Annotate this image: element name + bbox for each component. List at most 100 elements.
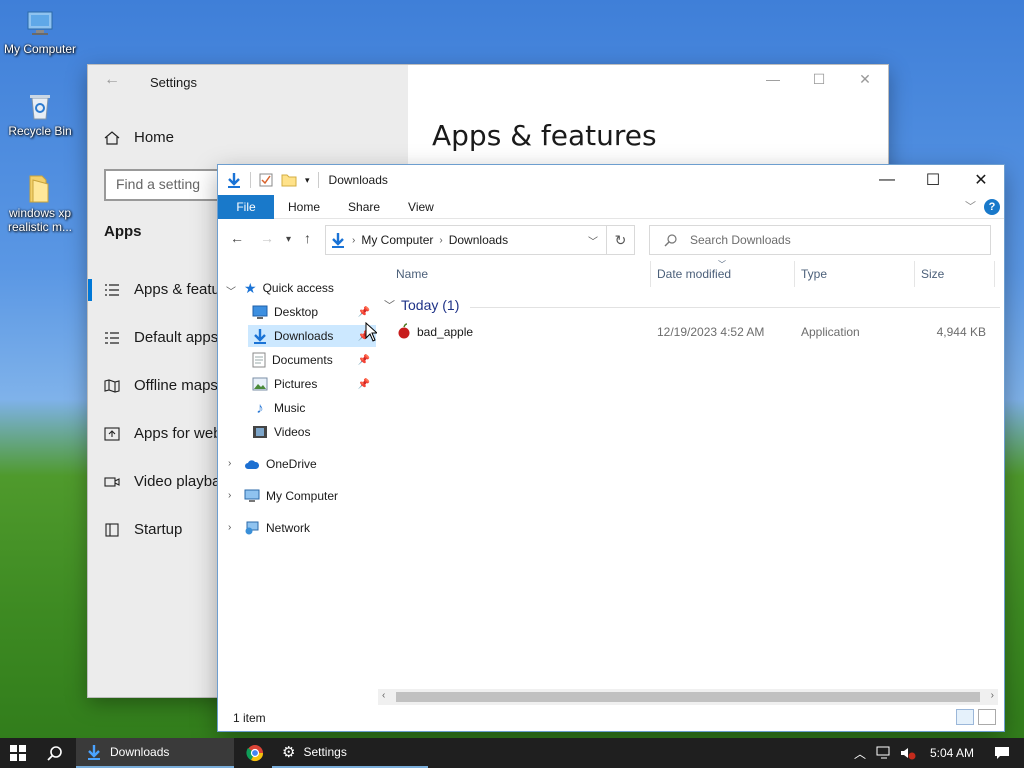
tab-share[interactable]: Share bbox=[334, 195, 394, 219]
downloads-arrow-icon bbox=[254, 329, 266, 344]
tree-item-videos[interactable]: Videos bbox=[248, 421, 310, 443]
tree-item-desktop[interactable]: Desktop 📌 bbox=[248, 301, 376, 323]
close-button[interactable]: ✕ bbox=[958, 165, 1004, 195]
settings-nav-default-apps[interactable]: Default apps bbox=[104, 329, 218, 346]
start-button[interactable] bbox=[0, 738, 36, 768]
tree-item-my-computer[interactable]: My Computer bbox=[244, 485, 338, 507]
column-name[interactable]: Name bbox=[396, 267, 428, 281]
clock[interactable]: 5:04 AM bbox=[930, 746, 974, 760]
up-arrow-icon[interactable]: ↑ bbox=[304, 230, 311, 246]
tab-file[interactable]: File bbox=[218, 194, 274, 219]
column-divider[interactable] bbox=[650, 261, 651, 287]
explorer-window[interactable]: ▾ Downloads — ☐ ✕ File Home Share View ﹀… bbox=[218, 165, 1004, 731]
tab-view[interactable]: View bbox=[394, 195, 448, 219]
mouse-cursor-icon bbox=[365, 322, 377, 342]
new-folder-icon[interactable] bbox=[281, 173, 297, 187]
maximize-button[interactable]: ☐ bbox=[910, 165, 956, 195]
expand-ribbon-icon[interactable]: ﹀ bbox=[965, 198, 976, 214]
group-header-today[interactable]: ﹀ Today (1) bbox=[384, 297, 459, 313]
nav-label: Startup bbox=[134, 521, 183, 538]
column-type[interactable]: Type bbox=[801, 267, 827, 281]
close-button[interactable]: ✕ bbox=[842, 71, 888, 88]
breadcrumb-downloads[interactable]: Downloads bbox=[449, 233, 508, 247]
music-note-icon: ♪ bbox=[256, 399, 264, 417]
task-label: Settings bbox=[303, 745, 347, 759]
column-size[interactable]: Size bbox=[921, 267, 944, 281]
expand-chevron-icon[interactable]: › bbox=[228, 458, 231, 469]
tree-item-downloads[interactable]: Downloads 📌 bbox=[248, 325, 376, 347]
column-divider[interactable] bbox=[994, 261, 995, 287]
computer-icon bbox=[27, 11, 53, 35]
tab-home[interactable]: Home bbox=[274, 195, 334, 219]
settings-page-heading: Apps & features bbox=[432, 119, 657, 152]
pictures-icon bbox=[252, 377, 268, 391]
desktop-icon-label: My Computer bbox=[3, 42, 77, 56]
web-app-icon bbox=[104, 426, 120, 441]
breadcrumb-separator-icon[interactable]: › bbox=[439, 235, 442, 246]
taskbar-chrome-button[interactable] bbox=[236, 738, 272, 768]
breadcrumb-my-computer[interactable]: My Computer bbox=[361, 233, 433, 247]
collapse-chevron-icon[interactable]: ﹀ bbox=[384, 297, 395, 313]
file-date: 12/19/2023 4:52 AM bbox=[657, 325, 765, 339]
maximize-button[interactable]: ☐ bbox=[796, 71, 842, 88]
tree-item-quick-access[interactable]: ★ Quick access bbox=[244, 277, 334, 299]
show-hidden-icons-icon[interactable]: ︿ bbox=[854, 745, 866, 762]
tree-item-music[interactable]: ♪ Music bbox=[248, 397, 305, 419]
search-input[interactable]: Search Downloads bbox=[649, 225, 991, 255]
tree-label: My Computer bbox=[266, 489, 339, 503]
desktop-icon-folder[interactable]: windows xp realistic m... bbox=[0, 172, 80, 234]
breadcrumb-separator-icon[interactable]: › bbox=[352, 235, 355, 246]
properties-icon[interactable] bbox=[259, 173, 273, 187]
settings-nav-startup[interactable]: Startup bbox=[104, 521, 182, 538]
large-icons-view-icon[interactable] bbox=[978, 709, 996, 725]
settings-nav-offline-maps[interactable]: Offline maps bbox=[104, 377, 218, 394]
expand-chevron-icon[interactable]: › bbox=[228, 490, 231, 501]
tree-label: Documents bbox=[272, 353, 333, 367]
pin-icon[interactable]: 📌 bbox=[358, 379, 370, 390]
help-icon[interactable]: ? bbox=[984, 199, 1000, 215]
horizontal-scrollbar[interactable]: ‹ › bbox=[378, 689, 998, 705]
taskbar-task-settings[interactable]: ⚙ Settings bbox=[272, 738, 428, 768]
network-icon[interactable] bbox=[876, 746, 892, 760]
address-bar[interactable]: › My Computer › Downloads ﹀ bbox=[325, 225, 607, 255]
tree-item-documents[interactable]: Documents 📌 bbox=[248, 349, 376, 371]
taskbar-task-downloads[interactable]: Downloads bbox=[76, 738, 234, 768]
tree-item-onedrive[interactable]: OneDrive bbox=[244, 453, 317, 475]
desktop-icon-my-computer[interactable]: My Computer bbox=[0, 8, 80, 56]
forward-arrow-icon[interactable]: → bbox=[260, 230, 274, 246]
refresh-button[interactable]: ↻ bbox=[607, 225, 635, 255]
scroll-left-icon[interactable]: ‹ bbox=[382, 690, 385, 701]
column-divider[interactable] bbox=[914, 261, 915, 287]
list-icon bbox=[105, 283, 119, 296]
back-arrow-icon[interactable]: ← bbox=[104, 71, 120, 89]
file-row[interactable]: bad_apple 12/19/2023 4:52 AM Application… bbox=[378, 321, 998, 343]
settings-home-link[interactable]: Home bbox=[104, 129, 174, 146]
column-divider[interactable] bbox=[794, 261, 795, 287]
customize-toolbar-icon[interactable]: ▾ bbox=[305, 175, 310, 186]
details-view-icon[interactable] bbox=[956, 709, 974, 725]
videos-icon bbox=[253, 426, 267, 438]
tree-item-network[interactable]: Network bbox=[244, 517, 310, 539]
tree-label: Videos bbox=[274, 425, 311, 439]
back-arrow-icon[interactable]: ← bbox=[230, 230, 244, 246]
minimize-button[interactable]: — bbox=[864, 165, 910, 195]
expand-chevron-icon[interactable]: › bbox=[228, 522, 231, 533]
minimize-button[interactable]: — bbox=[750, 71, 796, 87]
notifications-icon[interactable] bbox=[994, 746, 1010, 760]
settings-nav-video-playback[interactable]: Video playback bbox=[104, 473, 235, 490]
tree-item-pictures[interactable]: Pictures 📌 bbox=[248, 373, 376, 395]
recent-locations-icon[interactable]: ▾ bbox=[286, 234, 291, 245]
downloads-arrow-icon[interactable] bbox=[226, 172, 242, 188]
pin-icon[interactable]: 📌 bbox=[358, 355, 370, 366]
taskbar-search-button[interactable] bbox=[38, 738, 72, 768]
desktop-icon-recycle-bin[interactable]: Recycle Bin bbox=[0, 90, 80, 138]
taskbar: Downloads ⚙ Settings ︿ 5:04 AM bbox=[0, 738, 1024, 768]
address-dropdown-icon[interactable]: ﹀ bbox=[588, 233, 598, 248]
collapse-chevron-icon[interactable]: ﹀ bbox=[226, 283, 236, 298]
apple-app-icon bbox=[396, 323, 412, 342]
pin-icon[interactable]: 📌 bbox=[358, 307, 370, 318]
group-label: Today (1) bbox=[401, 297, 460, 313]
scroll-right-icon[interactable]: › bbox=[991, 690, 994, 701]
volume-muted-icon[interactable] bbox=[900, 746, 916, 760]
scrollbar-thumb[interactable] bbox=[396, 692, 980, 702]
